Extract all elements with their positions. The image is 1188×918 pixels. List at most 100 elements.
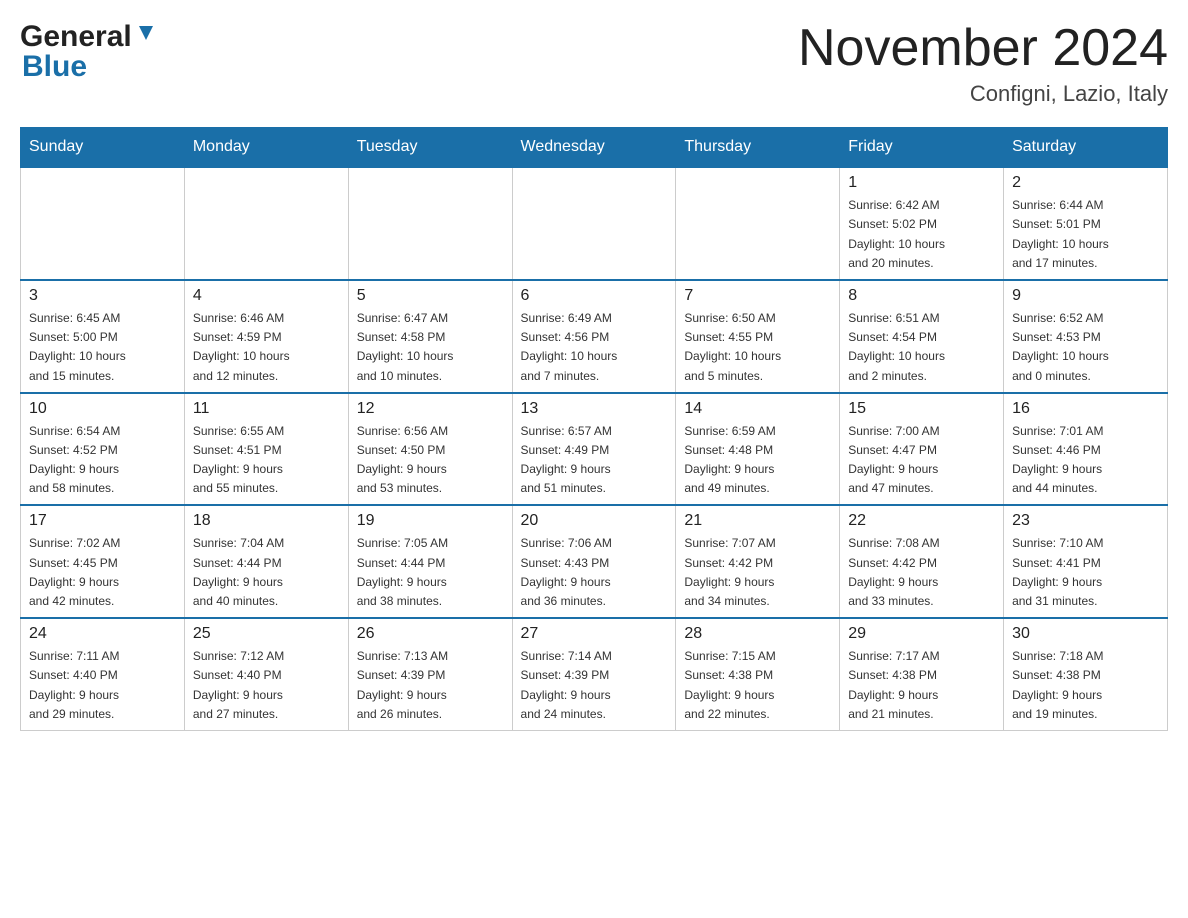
day-number: 15: [848, 400, 995, 418]
calendar-cell: 24 Sunrise: 7:11 AM Sunset: 4:40 PM Dayli…: [21, 618, 185, 730]
weekday-header-wednesday: Wednesday: [512, 128, 676, 168]
calendar-cell: 7 Sunrise: 6:50 AM Sunset: 4:55 PM Daylig…: [676, 280, 840, 393]
week-row-1: 1 Sunrise: 6:42 AM Sunset: 5:02 PM Daylig…: [21, 167, 1168, 280]
day-number: 12: [357, 400, 504, 418]
day-info: Sunrise: 6:52 AM Sunset: 4:53 PM Dayligh…: [1012, 309, 1159, 386]
day-info: Sunrise: 7:12 AM Sunset: 4:40 PM Dayligh…: [193, 647, 340, 724]
calendar-cell: 17Sunrise: 7:02 AM Sunset: 4:45 PM Dayli…: [21, 505, 185, 618]
calendar-cell: 1 Sunrise: 6:42 AM Sunset: 5:02 PM Daylig…: [840, 167, 1004, 280]
day-info: Sunrise: 7:05 AM Sunset: 4:44 PM Dayligh…: [357, 534, 504, 611]
day-number: 26: [357, 625, 504, 643]
weekday-header-friday: Friday: [840, 128, 1004, 168]
weekday-header-saturday: Saturday: [1004, 128, 1168, 168]
day-number: 14: [684, 400, 831, 418]
week-row-4: 17Sunrise: 7:02 AM Sunset: 4:45 PM Dayli…: [21, 505, 1168, 618]
calendar-cell: 15 Sunrise: 7:00 AM Sunset: 4:47 PM Dayli…: [840, 393, 1004, 506]
weekday-header-thursday: Thursday: [676, 128, 840, 168]
page-title: November 2024: [798, 20, 1168, 77]
day-info: Sunrise: 7:13 AM Sunset: 4:39 PM Dayligh…: [357, 647, 504, 724]
page-header: General Blue November 2024 Configni, Laz…: [20, 20, 1168, 107]
calendar-cell: 11 Sunrise: 6:55 AM Sunset: 4:51 PM Dayli…: [184, 393, 348, 506]
day-info: Sunrise: 6:51 AM Sunset: 4:54 PM Dayligh…: [848, 309, 995, 386]
logo: General Blue: [20, 20, 157, 84]
day-info: Sunrise: 7:01 AM Sunset: 4:46 PM Dayligh…: [1012, 422, 1159, 499]
day-number: 1: [848, 174, 995, 192]
title-block: November 2024 Configni, Lazio, Italy: [798, 20, 1168, 107]
calendar-cell: 29 Sunrise: 7:17 AM Sunset: 4:38 PM Dayli…: [840, 618, 1004, 730]
day-info: Sunrise: 7:00 AM Sunset: 4:47 PM Dayligh…: [848, 422, 995, 499]
calendar-cell: 28Sunrise: 7:15 AM Sunset: 4:38 PM Dayli…: [676, 618, 840, 730]
day-number: 21: [684, 512, 831, 530]
day-number: 23: [1012, 512, 1159, 530]
day-info: Sunrise: 7:11 AM Sunset: 4:40 PM Dayligh…: [29, 647, 176, 724]
calendar-cell: [348, 167, 512, 280]
calendar-cell: 8 Sunrise: 6:51 AM Sunset: 4:54 PM Daylig…: [840, 280, 1004, 393]
day-number: 18: [193, 512, 340, 530]
day-number: 29: [848, 625, 995, 643]
day-info: Sunrise: 7:08 AM Sunset: 4:42 PM Dayligh…: [848, 534, 995, 611]
calendar-cell: [21, 167, 185, 280]
day-number: 8: [848, 287, 995, 305]
week-row-2: 3 Sunrise: 6:45 AM Sunset: 5:00 PM Daylig…: [21, 280, 1168, 393]
calendar-cell: 5 Sunrise: 6:47 AM Sunset: 4:58 PM Daylig…: [348, 280, 512, 393]
day-number: 27: [521, 625, 668, 643]
calendar-cell: 23 Sunrise: 7:10 AM Sunset: 4:41 PM Dayli…: [1004, 505, 1168, 618]
day-info: Sunrise: 6:55 AM Sunset: 4:51 PM Dayligh…: [193, 422, 340, 499]
day-info: Sunrise: 6:50 AM Sunset: 4:55 PM Dayligh…: [684, 309, 831, 386]
day-info: Sunrise: 6:59 AM Sunset: 4:48 PM Dayligh…: [684, 422, 831, 499]
day-number: 24: [29, 625, 176, 643]
weekday-header-row: SundayMondayTuesdayWednesdayThursdayFrid…: [21, 128, 1168, 168]
calendar-cell: 19 Sunrise: 7:05 AM Sunset: 4:44 PM Dayli…: [348, 505, 512, 618]
day-number: 22: [848, 512, 995, 530]
day-info: Sunrise: 7:07 AM Sunset: 4:42 PM Dayligh…: [684, 534, 831, 611]
day-info: Sunrise: 7:02 AM Sunset: 4:45 PM Dayligh…: [29, 534, 176, 611]
day-info: Sunrise: 6:57 AM Sunset: 4:49 PM Dayligh…: [521, 422, 668, 499]
day-number: 2: [1012, 174, 1159, 192]
calendar-cell: 14 Sunrise: 6:59 AM Sunset: 4:48 PM Dayli…: [676, 393, 840, 506]
day-info: Sunrise: 7:18 AM Sunset: 4:38 PM Dayligh…: [1012, 647, 1159, 724]
day-info: Sunrise: 6:44 AM Sunset: 5:01 PM Dayligh…: [1012, 196, 1159, 273]
day-number: 19: [357, 512, 504, 530]
logo-arrow-icon: [135, 22, 157, 49]
day-number: 7: [684, 287, 831, 305]
calendar-cell: 30 Sunrise: 7:18 AM Sunset: 4:38 PM Dayli…: [1004, 618, 1168, 730]
calendar-cell: 22 Sunrise: 7:08 AM Sunset: 4:42 PM Dayli…: [840, 505, 1004, 618]
day-number: 25: [193, 625, 340, 643]
calendar-cell: 18 Sunrise: 7:04 AM Sunset: 4:44 PM Dayli…: [184, 505, 348, 618]
calendar-cell: [512, 167, 676, 280]
day-info: Sunrise: 6:42 AM Sunset: 5:02 PM Dayligh…: [848, 196, 995, 273]
calendar-table: SundayMondayTuesdayWednesdayThursdayFrid…: [20, 127, 1168, 731]
calendar-cell: 13 Sunrise: 6:57 AM Sunset: 4:49 PM Dayli…: [512, 393, 676, 506]
day-info: Sunrise: 7:06 AM Sunset: 4:43 PM Dayligh…: [521, 534, 668, 611]
day-number: 4: [193, 287, 340, 305]
day-number: 16: [1012, 400, 1159, 418]
page-subtitle: Configni, Lazio, Italy: [798, 81, 1168, 107]
day-info: Sunrise: 7:10 AM Sunset: 4:41 PM Dayligh…: [1012, 534, 1159, 611]
calendar-cell: 12Sunrise: 6:56 AM Sunset: 4:50 PM Dayli…: [348, 393, 512, 506]
calendar-cell: 4Sunrise: 6:46 AM Sunset: 4:59 PM Daylig…: [184, 280, 348, 393]
day-info: Sunrise: 7:04 AM Sunset: 4:44 PM Dayligh…: [193, 534, 340, 611]
week-row-5: 24 Sunrise: 7:11 AM Sunset: 4:40 PM Dayli…: [21, 618, 1168, 730]
calendar-cell: 9 Sunrise: 6:52 AM Sunset: 4:53 PM Daylig…: [1004, 280, 1168, 393]
calendar-cell: [676, 167, 840, 280]
day-number: 3: [29, 287, 176, 305]
day-number: 30: [1012, 625, 1159, 643]
day-number: 9: [1012, 287, 1159, 305]
weekday-header-monday: Monday: [184, 128, 348, 168]
day-number: 5: [357, 287, 504, 305]
day-info: Sunrise: 6:47 AM Sunset: 4:58 PM Dayligh…: [357, 309, 504, 386]
week-row-3: 10Sunrise: 6:54 AM Sunset: 4:52 PM Dayli…: [21, 393, 1168, 506]
day-number: 13: [521, 400, 668, 418]
day-info: Sunrise: 6:49 AM Sunset: 4:56 PM Dayligh…: [521, 309, 668, 386]
calendar-cell: 16 Sunrise: 7:01 AM Sunset: 4:46 PM Dayli…: [1004, 393, 1168, 506]
day-info: Sunrise: 6:45 AM Sunset: 5:00 PM Dayligh…: [29, 309, 176, 386]
day-info: Sunrise: 7:17 AM Sunset: 4:38 PM Dayligh…: [848, 647, 995, 724]
logo-blue-text: Blue: [20, 50, 157, 84]
calendar-cell: [184, 167, 348, 280]
weekday-header-sunday: Sunday: [21, 128, 185, 168]
calendar-cell: 6Sunrise: 6:49 AM Sunset: 4:56 PM Daylig…: [512, 280, 676, 393]
weekday-header-tuesday: Tuesday: [348, 128, 512, 168]
calendar-cell: 2 Sunrise: 6:44 AM Sunset: 5:01 PM Daylig…: [1004, 167, 1168, 280]
day-number: 20: [521, 512, 668, 530]
day-number: 11: [193, 400, 340, 418]
